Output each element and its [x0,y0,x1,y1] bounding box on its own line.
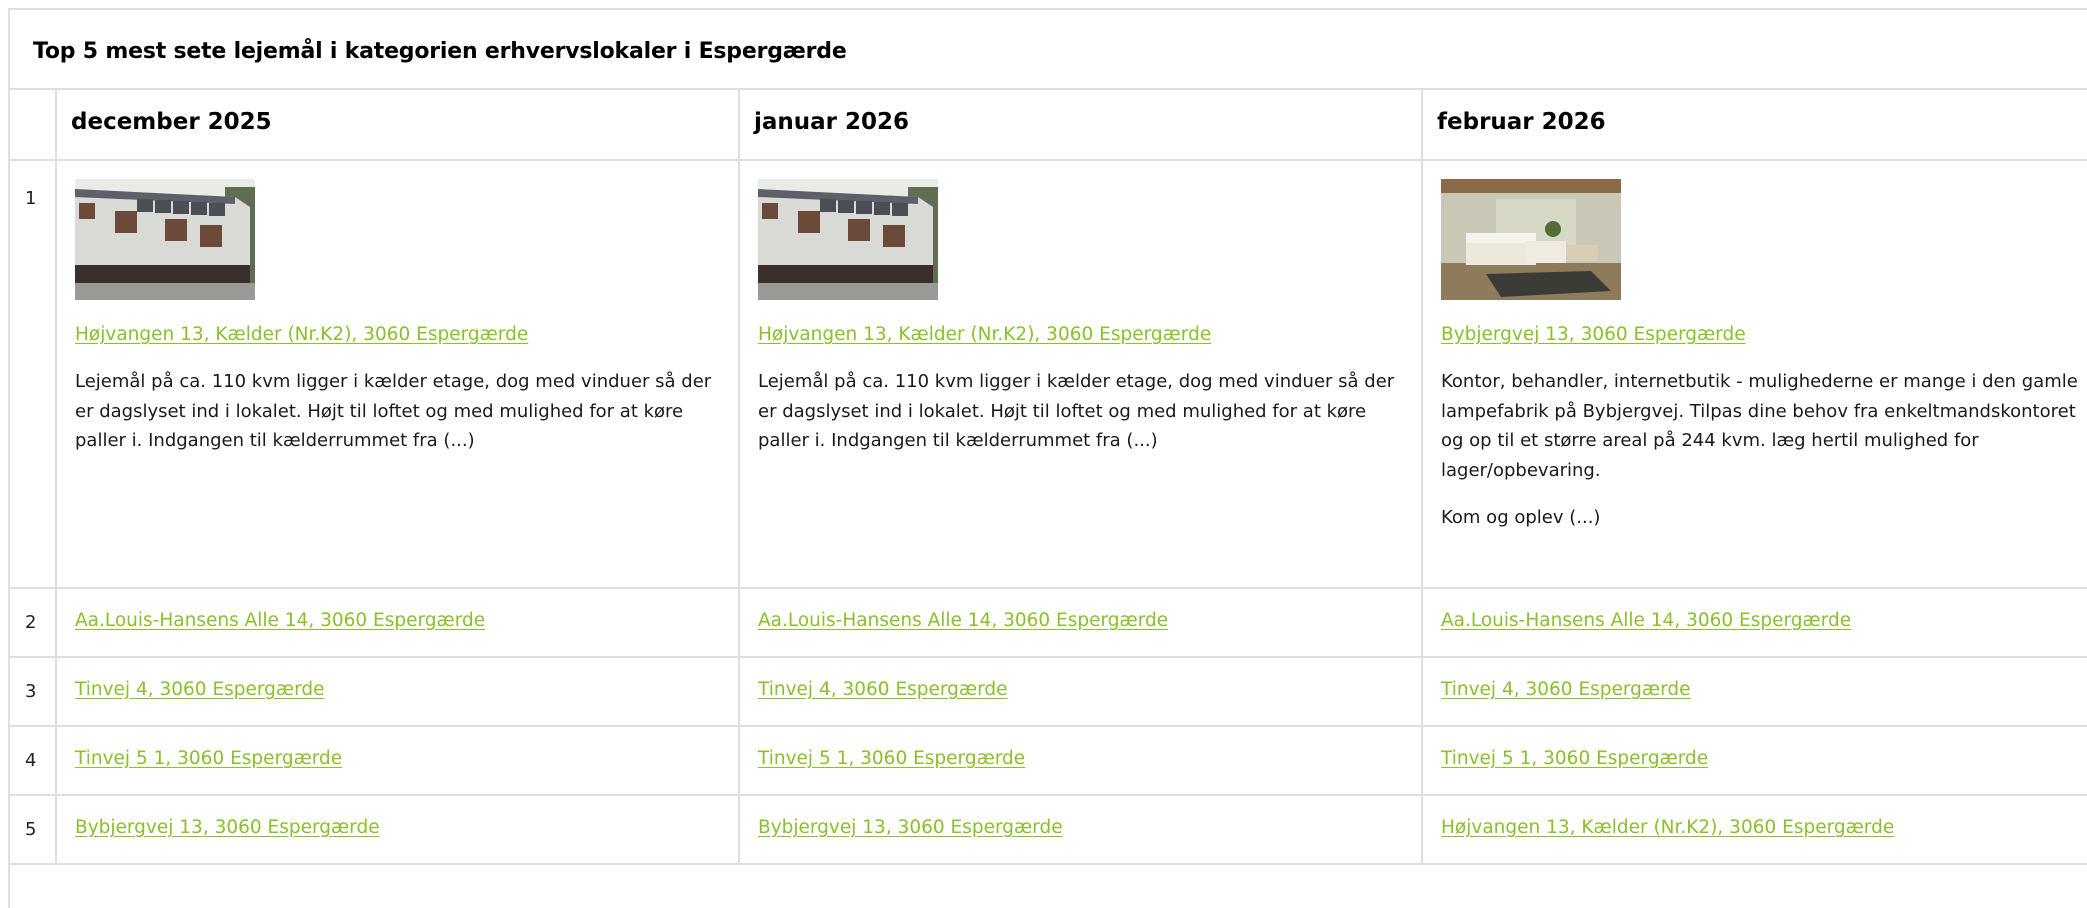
column-header-label: januar 2026 [754,109,910,135]
rank-cell: 1 [10,159,57,589]
listing-cell: Aa.Louis-Hansens Alle 14, 3060 Espergærd… [738,587,1423,658]
table-row: 4 Tinvej 5 1, 3060 Espergærde Tinvej 5 1… [10,725,2087,796]
listing-cell: Højvangen 13, Kælder (Nr.K2), 3060 Esper… [55,159,740,589]
listing-cell: Højvangen 13, Kælder (Nr.K2), 3060 Esper… [738,159,1423,589]
column-header: januar 2026 [738,90,1423,161]
column-header: december 2025 [55,90,740,161]
listing-description: Lejemål på ca. 110 kvm ligger i kælder e… [758,371,1395,451]
column-header-label: december 2025 [71,109,272,135]
building-photo-image [758,179,938,300]
listing-description: Lejemål på ca. 110 kvm ligger i kælder e… [75,371,712,451]
rank-number: 5 [25,819,37,840]
column-header-label: februar 2026 [1437,109,1606,135]
listing-cell: Tinvej 4, 3060 Espergærde [738,656,1423,727]
listing-link[interactable]: Tinvej 4, 3060 Espergærde [758,679,1008,700]
rank-number: 3 [25,681,37,702]
listing-cell: Bybjergvej 13, 3060 Espergærde Kontor, b… [1421,159,2087,589]
listing-link[interactable]: Tinvej 4, 3060 Espergærde [75,679,325,700]
table-row: 2 Aa.Louis-Hansens Alle 14, 3060 Espergæ… [10,587,2087,658]
listing-link[interactable]: Bybjergvej 13, 3060 Espergærde [758,817,1063,838]
rank-cell: 2 [10,587,57,658]
table-header-row: december 2025 januar 2026 februar 2026 [10,90,2087,161]
rank-cell: 3 [10,656,57,727]
listing-cell: Tinvej 4, 3060 Espergærde [1421,656,2087,727]
table-row: 5 Bybjergvej 13, 3060 Espergærde Bybjerg… [10,794,2087,865]
listing-description-more: Kom og oplev (...) [1441,507,1601,528]
listing-link[interactable]: Aa.Louis-Hansens Alle 14, 3060 Espergærd… [758,610,1168,631]
listing-link[interactable]: Aa.Louis-Hansens Alle 14, 3060 Espergærd… [75,610,485,631]
column-header: februar 2026 [1421,90,2087,161]
listing-thumbnail[interactable] [1441,179,1621,300]
listing-cell: Tinvej 5 1, 3060 Espergærde [55,725,740,796]
listing-link[interactable]: Tinvej 5 1, 3060 Espergærde [758,748,1025,769]
listing-link[interactable]: Tinvej 5 1, 3060 Espergærde [75,748,342,769]
listing-link[interactable]: Højvangen 13, Kælder (Nr.K2), 3060 Esper… [75,324,528,345]
listing-link[interactable]: Bybjergvej 13, 3060 Espergærde [75,817,380,838]
interior-photo-image [1441,179,1621,300]
listing-link[interactable]: Tinvej 5 1, 3060 Espergærde [1441,748,1708,769]
rank-number: 2 [25,612,37,633]
table-row: 3 Tinvej 4, 3060 Espergærde Tinvej 4, 30… [10,656,2087,727]
table-row: 1 Højvangen 13, Kælder (Nr.K2), 3060 Esp [10,159,2087,589]
listing-link[interactable]: Tinvej 4, 3060 Espergærde [1441,679,1691,700]
listing-link[interactable]: Aa.Louis-Hansens Alle 14, 3060 Espergærd… [1441,610,1851,631]
rank-number: 1 [25,188,37,209]
listing-thumbnail[interactable] [758,179,938,300]
listing-link[interactable]: Bybjergvej 13, 3060 Espergærde [1441,324,1746,345]
listing-link[interactable]: Højvangen 13, Kælder (Nr.K2), 3060 Esper… [758,324,1211,345]
listing-cell: Bybjergvej 13, 3060 Espergærde [55,794,740,865]
page-title: Top 5 mest sete lejemål i kategorien erh… [10,10,2087,90]
listing-description: Kontor, behandler, internetbutik - mulig… [1441,371,2078,481]
rank-cell: 4 [10,725,57,796]
listing-cell: Tinvej 4, 3060 Espergærde [55,656,740,727]
listing-cell: Aa.Louis-Hansens Alle 14, 3060 Espergærd… [1421,587,2087,658]
rank-cell: 5 [10,794,57,865]
listing-cell: Bybjergvej 13, 3060 Espergærde [738,794,1423,865]
listing-link[interactable]: Højvangen 13, Kælder (Nr.K2), 3060 Esper… [1441,817,1894,838]
listing-cell: Aa.Louis-Hansens Alle 14, 3060 Espergærd… [55,587,740,658]
listing-cell: Højvangen 13, Kælder (Nr.K2), 3060 Esper… [1421,794,2087,865]
rank-number: 4 [25,750,37,771]
listing-cell: Tinvej 5 1, 3060 Espergærde [1421,725,2087,796]
listing-thumbnail[interactable] [75,179,255,300]
rank-header [10,90,57,161]
top5-panel: Top 5 mest sete lejemål i kategorien erh… [8,8,2087,908]
top5-table: december 2025 januar 2026 februar 2026 1 [10,90,2087,865]
listing-cell: Tinvej 5 1, 3060 Espergærde [738,725,1423,796]
building-photo-image [75,179,255,300]
